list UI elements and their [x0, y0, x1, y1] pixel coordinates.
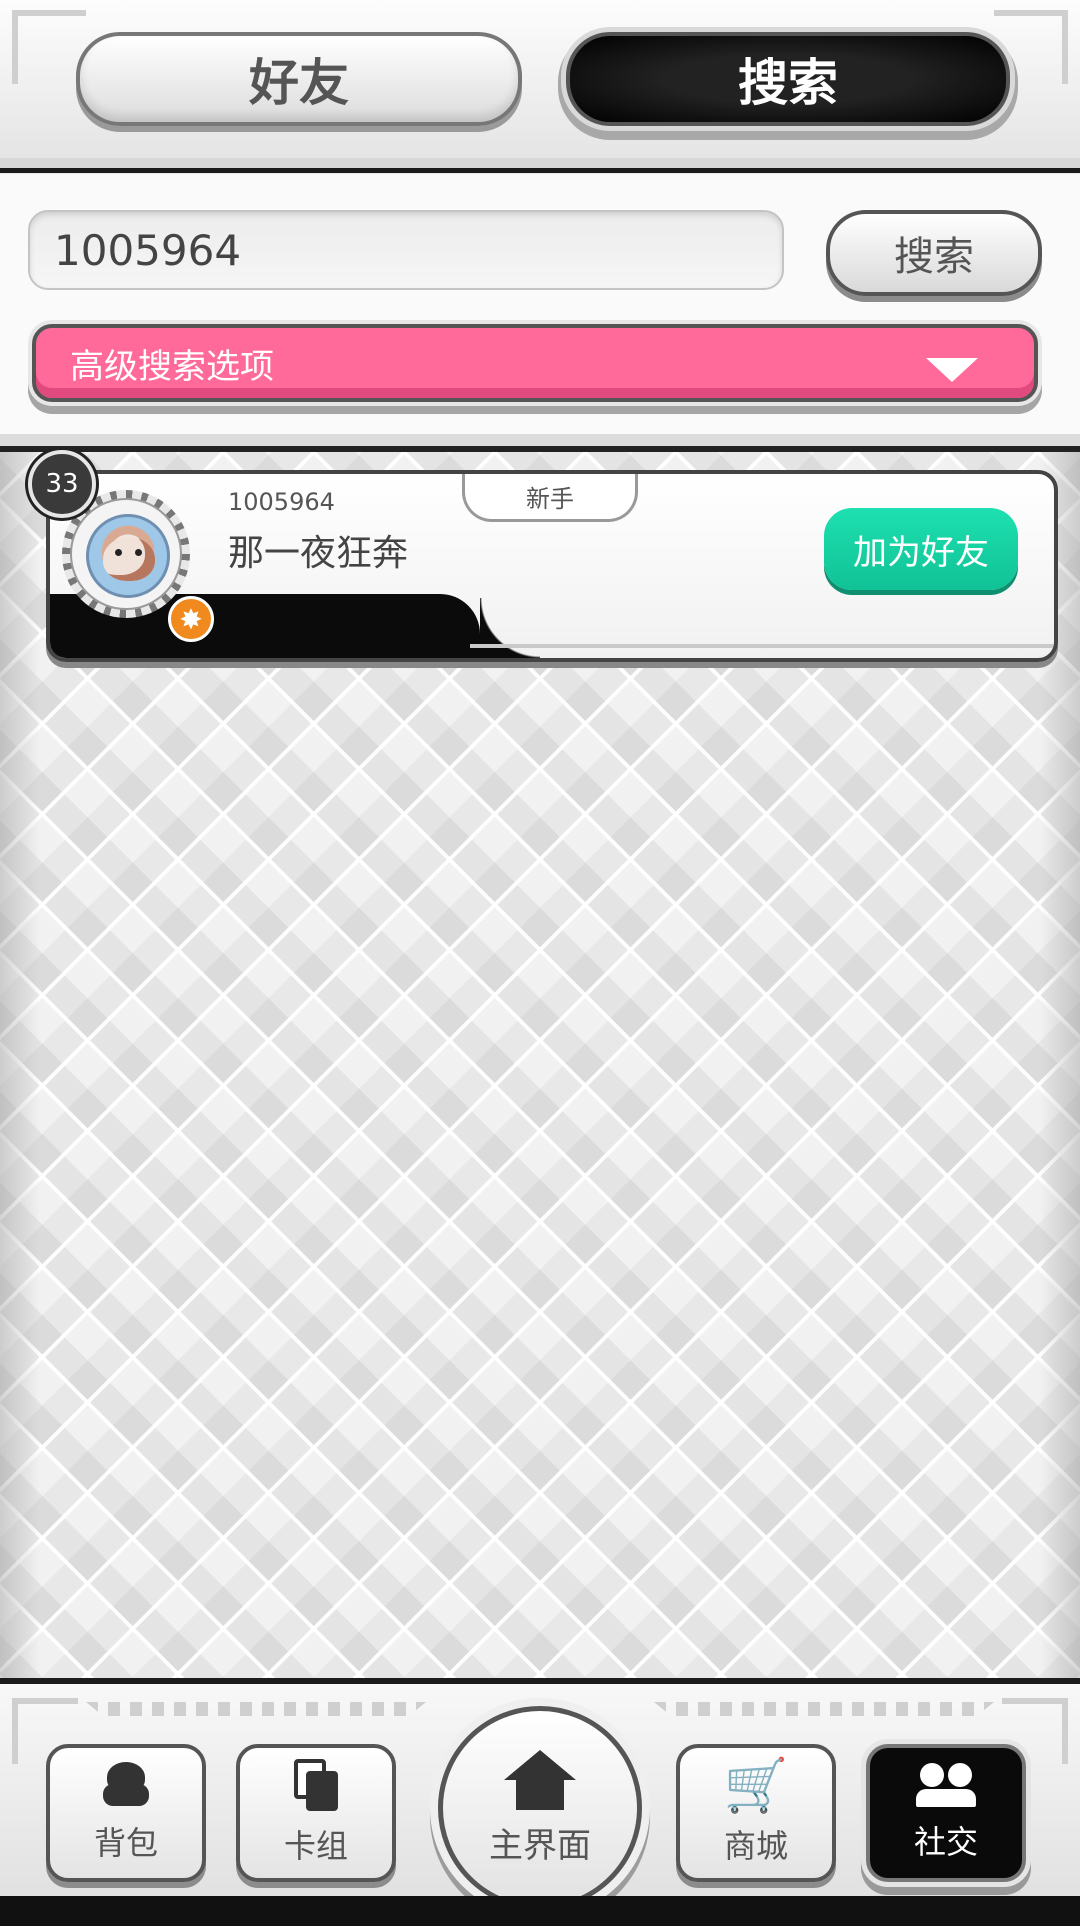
- nav-bag-button[interactable]: 背包: [46, 1744, 206, 1882]
- bird-avatar-icon: [103, 537, 155, 581]
- nav-shop-label: 商城: [723, 1827, 788, 1865]
- nav-home-button[interactable]: 主界面: [438, 1706, 642, 1910]
- bottom-nav: 背包 卡组 主界面 🛒 商城 社交: [0, 1678, 1080, 1926]
- tab-friends[interactable]: 好友: [76, 32, 522, 126]
- avatar: [86, 514, 170, 598]
- cart-icon: 🛒: [723, 1756, 789, 1816]
- footer-bar: [0, 1896, 1080, 1926]
- cards-icon: [294, 1759, 338, 1811]
- people-icon: [916, 1763, 976, 1807]
- chevron-down-icon: [926, 358, 978, 382]
- card-divider: [470, 644, 1054, 648]
- nav-cards-button[interactable]: 卡组: [236, 1744, 396, 1882]
- nav-home-label: 主界面: [489, 1825, 591, 1866]
- search-input[interactable]: [28, 210, 784, 290]
- nav-shop-button[interactable]: 🛒 商城: [676, 1744, 836, 1882]
- search-panel: 搜索 高级搜索选项: [0, 174, 1080, 452]
- corner-ornament-left: [12, 10, 86, 84]
- add-friend-button[interactable]: 加为好友: [824, 508, 1018, 590]
- star-icon: ✸: [168, 596, 214, 642]
- home-icon: [504, 1749, 576, 1810]
- rank-label: 新手: [462, 474, 638, 522]
- level-badge: 33: [28, 450, 96, 518]
- decor-strip-left: [86, 1702, 426, 1716]
- nav-social-label: 社交: [913, 1823, 978, 1861]
- nav-social-button[interactable]: 社交: [866, 1744, 1026, 1882]
- tab-search[interactable]: 搜索: [566, 32, 1010, 126]
- advanced-search-dropdown[interactable]: 高级搜索选项: [32, 324, 1038, 402]
- decor-strip-right: [654, 1702, 994, 1716]
- avatar-ring: [70, 498, 182, 610]
- nav-bag-label: 背包: [93, 1824, 158, 1862]
- player-id: 1005964: [228, 488, 335, 516]
- top-tab-bar: 好友 搜索: [0, 0, 1080, 173]
- nav-cards-label: 卡组: [283, 1827, 348, 1865]
- advanced-search-label: 高级搜索选项: [70, 346, 274, 387]
- player-name: 那一夜狂奔: [228, 533, 409, 574]
- search-button[interactable]: 搜索: [826, 210, 1042, 296]
- bag-icon: [103, 1762, 149, 1806]
